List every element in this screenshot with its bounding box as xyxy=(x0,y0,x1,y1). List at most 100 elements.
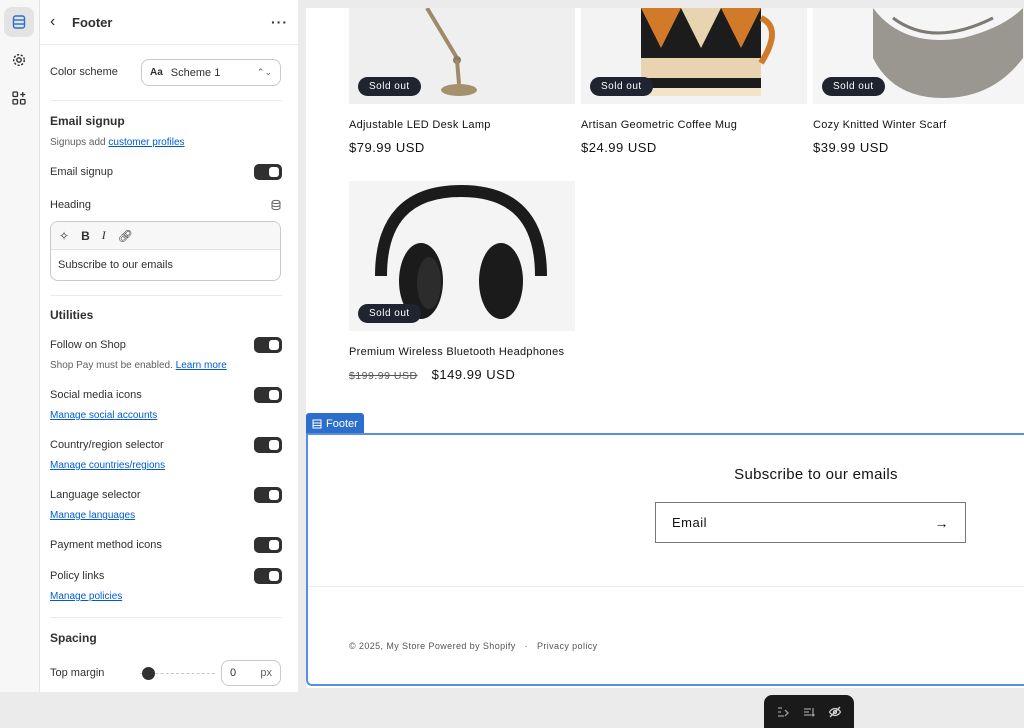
color-scheme-icon: Aa xyxy=(150,67,163,78)
language-selector-toggle[interactable] xyxy=(254,487,282,503)
follow-on-shop-row: Follow on Shop xyxy=(50,337,282,353)
panel-header: ‹ Footer ··· xyxy=(40,0,298,45)
manage-policies-link[interactable]: Manage policies xyxy=(50,591,122,602)
utilities-section-title: Utilities xyxy=(50,308,94,322)
theme-settings-button[interactable] xyxy=(4,45,34,75)
copyright-row: © 2025, My Store Powered by Shopify · Pr… xyxy=(349,641,598,651)
policy-links-toggle[interactable] xyxy=(254,568,282,584)
sections-icon xyxy=(12,15,26,29)
top-margin-unit: px xyxy=(260,667,272,679)
hide-icon[interactable] xyxy=(828,705,842,719)
privacy-policy-link[interactable]: Privacy policy xyxy=(537,641,598,651)
product-name[interactable]: Cozy Knitted Winter Scarf xyxy=(813,119,1024,131)
sold-out-badge: Sold out xyxy=(590,77,653,96)
product-name[interactable]: Artisan Geometric Coffee Mug xyxy=(581,119,807,131)
shop-pay-hint: Shop Pay must be enabled. Learn more xyxy=(50,360,227,371)
copyright-text[interactable]: © 2025, My Store Powered by Shopify xyxy=(349,641,516,651)
product-price: $149.99 USD xyxy=(431,367,516,382)
panel-title: Footer xyxy=(72,14,113,30)
settings-panel: ‹ Footer ··· Color scheme Aa Scheme 1 ⌃⌄… xyxy=(40,0,298,692)
customer-profiles-link[interactable]: customer profiles xyxy=(108,137,184,148)
email-input[interactable]: Email → xyxy=(655,502,966,543)
divider xyxy=(50,295,282,296)
product-image[interactable]: Sold out xyxy=(581,8,807,104)
learn-more-link[interactable]: Learn more xyxy=(176,360,227,371)
manage-languages-link[interactable]: Manage languages xyxy=(50,510,135,521)
email-signup-row: Email signup xyxy=(50,164,282,180)
color-scheme-value: Scheme 1 xyxy=(170,66,221,79)
preview-toolbar xyxy=(764,695,854,728)
sold-out-badge: Sold out xyxy=(358,77,421,96)
payment-icons-toggle[interactable] xyxy=(254,537,282,553)
email-signup-toggle[interactable] xyxy=(254,164,282,180)
compare-at-price: $199.99 USD xyxy=(349,370,418,382)
product-card[interactable]: Sold out Premium Wireless Bluetooth Head… xyxy=(349,181,575,382)
product-name[interactable]: Premium Wireless Bluetooth Headphones xyxy=(349,346,575,358)
social-media-label: Social media icons xyxy=(50,389,142,401)
product-price: $24.99 USD xyxy=(581,140,657,155)
manage-countries-link[interactable]: Manage countries/regions xyxy=(50,460,165,471)
top-margin-slider-handle[interactable] xyxy=(142,667,155,680)
left-icon-rail xyxy=(0,0,40,692)
payment-icons-row: Payment method icons xyxy=(50,537,282,553)
social-media-toggle[interactable] xyxy=(254,387,282,403)
country-selector-toggle[interactable] xyxy=(254,437,282,453)
heading-text[interactable]: Subscribe to our emails xyxy=(51,250,280,280)
country-selector-label: Country/region selector xyxy=(50,439,164,451)
back-icon[interactable]: ‹ xyxy=(50,13,70,31)
product-price: $79.99 USD xyxy=(349,140,425,155)
product-image[interactable]: Sold out xyxy=(349,181,575,331)
payment-icons-label: Payment method icons xyxy=(50,539,162,551)
social-media-row: Social media icons xyxy=(50,387,282,403)
product-price: $39.99 USD xyxy=(813,140,889,155)
follow-on-shop-toggle[interactable] xyxy=(254,337,282,353)
top-margin-label: Top margin xyxy=(50,667,105,679)
divider xyxy=(50,617,282,618)
sold-out-badge: Sold out xyxy=(358,304,421,323)
product-image[interactable]: Sold out xyxy=(813,8,1024,104)
policy-links-label: Policy links xyxy=(50,570,105,582)
product-card[interactable]: Sold out Adjustable LED Desk Lamp $79.99… xyxy=(349,8,575,155)
heading-editor[interactable]: ✧ B I 🔗︎ Subscribe to our emails xyxy=(50,221,281,281)
product-card[interactable]: Sold out Cozy Knitted Winter Scarf $39.9… xyxy=(813,8,1024,155)
top-margin-input[interactable]: 0 px xyxy=(221,660,281,686)
sparkle-icon[interactable]: ✧ xyxy=(59,229,69,243)
signups-hint-text: Signups add xyxy=(50,137,106,148)
shop-pay-hint-text: Shop Pay must be enabled. xyxy=(50,360,173,371)
footer-tag-label: Footer xyxy=(326,417,358,430)
inspector-icon[interactable] xyxy=(776,705,790,719)
divider xyxy=(50,100,282,101)
link-icon[interactable]: 🔗︎ xyxy=(118,229,133,243)
product-card[interactable]: Sold out Artisan Geometric Coffee Mug $2… xyxy=(581,8,807,155)
apps-icon xyxy=(12,91,26,105)
italic-icon[interactable]: I xyxy=(102,228,106,243)
color-scheme-label: Color scheme xyxy=(50,66,118,78)
chevron-updown-icon: ⌃⌄ xyxy=(256,67,272,77)
language-selector-label: Language selector xyxy=(50,489,141,501)
spacing-section-title: Spacing xyxy=(50,631,97,645)
footer-divider xyxy=(308,586,1024,587)
policy-links-row: Policy links xyxy=(50,568,282,584)
manage-social-link[interactable]: Manage social accounts xyxy=(50,410,157,421)
footer-section-tag[interactable]: Footer xyxy=(306,413,364,434)
country-selector-row: Country/region selector xyxy=(50,437,282,453)
sections-button[interactable] xyxy=(4,7,34,37)
more-options-icon[interactable]: ··· xyxy=(271,14,288,30)
separator: · xyxy=(524,641,529,651)
product-image[interactable]: Sold out xyxy=(349,8,575,104)
apps-button[interactable] xyxy=(4,83,34,113)
footer-section[interactable]: Subscribe to our emails Email → © 2025, … xyxy=(306,433,1024,686)
color-scheme-select[interactable]: Aa Scheme 1 ⌃⌄ xyxy=(141,59,281,86)
arrow-right-icon[interactable]: → xyxy=(935,515,950,531)
subscribe-title: Subscribe to our emails xyxy=(734,466,898,483)
product-name[interactable]: Adjustable LED Desk Lamp xyxy=(349,119,575,131)
gear-icon xyxy=(12,53,26,67)
dynamic-source-icon[interactable] xyxy=(270,199,282,211)
bold-icon[interactable]: B xyxy=(81,229,90,243)
product-price-group: $199.99 USD $149.99 USD xyxy=(349,367,575,382)
editor-toolbar: ✧ B I 🔗︎ xyxy=(51,222,280,250)
email-placeholder: Email xyxy=(672,515,708,530)
signups-hint: Signups add customer profiles xyxy=(50,137,185,148)
follow-on-shop-label: Follow on Shop xyxy=(50,339,126,351)
reorder-icon[interactable] xyxy=(802,705,816,719)
